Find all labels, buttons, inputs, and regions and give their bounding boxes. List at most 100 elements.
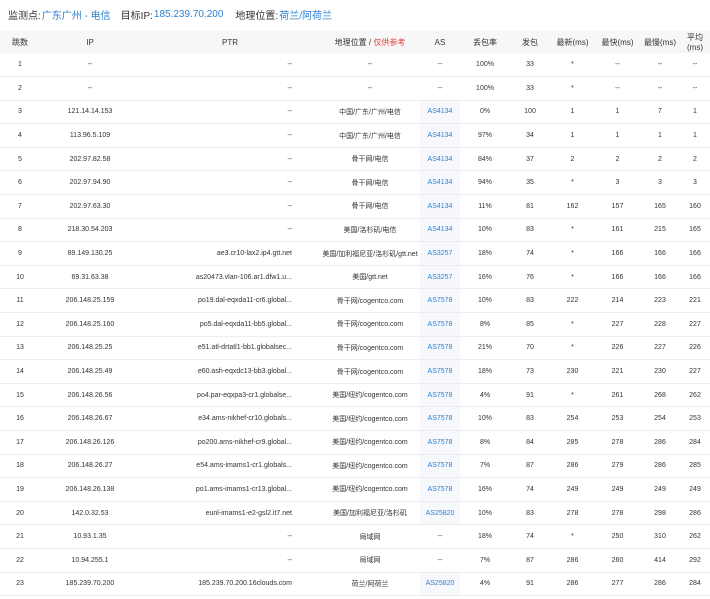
cell-ptr: -- [287, 202, 292, 210]
cell-ip: 206.148.25.160 [65, 320, 115, 328]
cell-as: AS4134 [420, 194, 460, 219]
cell-as: AS7578 [420, 430, 460, 455]
cell-sent: 74 [526, 485, 534, 493]
cell-avg: -- [692, 61, 698, 69]
as-link[interactable]: AS4134 [428, 179, 453, 186]
cell-geo: 骨干网/电信 [351, 203, 389, 211]
as-link[interactable]: AS4134 [428, 156, 453, 163]
cell-ptr: -- [287, 84, 292, 92]
cell-geo: 局域网 [359, 557, 381, 565]
as-link[interactable]: AS7578 [428, 439, 453, 446]
cell-geo: 美国/纽约/cogentco.com [332, 392, 408, 400]
as-link[interactable]: AS25820 [426, 510, 455, 517]
cell-last: * [571, 61, 574, 69]
col-hop: 跳数 [12, 37, 28, 47]
cell-last: 1 [570, 108, 575, 116]
cell-hop: 22 [16, 556, 24, 564]
as-link[interactable]: AS7578 [428, 344, 453, 351]
cell-ptr: ae3.cr10-lax2.ip4.gtt.net [216, 250, 292, 258]
cell-sent: 87 [526, 556, 534, 564]
cell-hop: 19 [16, 485, 24, 493]
cell-as: AS7578 [420, 312, 460, 337]
cell-loss: 100% [476, 61, 494, 69]
cell-loss: 10% [477, 297, 492, 305]
cell-as: AS25820 [420, 572, 460, 596]
cell-ptr: -- [287, 556, 292, 564]
as-link[interactable]: AS3257 [428, 274, 453, 281]
cell-geo: 骨干网/电信 [351, 179, 389, 187]
cell-sent: 84 [526, 438, 534, 446]
cell-worst: -- [657, 61, 663, 69]
as-link[interactable]: AS7578 [428, 392, 453, 399]
as-link[interactable]: AS7578 [428, 415, 453, 422]
as-link[interactable]: AS4134 [428, 226, 453, 233]
cell-as: AS4134 [420, 170, 460, 195]
cell-worst: 227 [654, 344, 666, 352]
col-as: AS [434, 37, 446, 47]
cell-last: 285 [566, 438, 579, 446]
col-best: 最快(ms) [601, 37, 634, 47]
cell-as: AS7578 [420, 383, 460, 407]
cell-ip: 89.149.130.25 [67, 250, 113, 258]
cell-hop: 6 [18, 179, 22, 187]
cell-as: -- [437, 533, 443, 541]
cell-sent: 33 [526, 84, 534, 92]
cell-last: 222 [566, 297, 579, 305]
cell-ip: 69.31.63.38 [71, 273, 109, 281]
cell-ip: 202.97.94.90 [69, 179, 111, 187]
cell-last: 286 [566, 556, 579, 564]
as-link[interactable]: AS7578 [428, 297, 453, 304]
cell-worst: 166 [654, 273, 666, 281]
cell-best: 279 [611, 462, 624, 470]
as-link[interactable]: AS7578 [428, 486, 453, 493]
cell-geo: 荷兰/阿荷兰 [351, 580, 389, 588]
cell-hop: 16 [16, 415, 24, 423]
cell-hop: 23 [16, 580, 24, 588]
as-link[interactable]: AS25820 [426, 580, 455, 587]
cell-avg: 292 [689, 556, 701, 564]
cell-last: 254 [566, 415, 579, 423]
as-link[interactable]: AS4134 [428, 108, 453, 115]
col-ptr: PTR [222, 37, 238, 47]
cell-last: * [571, 273, 574, 281]
col-avg: 平均(ms) [687, 33, 703, 52]
cell-last: 249 [566, 485, 579, 493]
cell-loss: 97% [477, 132, 492, 140]
as-link[interactable]: AS7578 [428, 462, 453, 469]
cell-hop: 21 [16, 533, 24, 541]
cell-ptr: e60.ash-eqxdc13-bb3.global... [197, 368, 292, 376]
cell-last: * [571, 179, 574, 187]
cell-geo: 美国/纽约/cogentco.com [332, 486, 408, 494]
cell-loss: 84% [477, 155, 492, 163]
cell-hop: 15 [16, 391, 24, 399]
as-link[interactable]: AS4134 [428, 132, 453, 139]
monitor-header: 监测点: 广东广州 - 电信 目标IP: 185.239.70.200 地理位置… [0, 0, 710, 28]
as-link[interactable]: AS3257 [428, 250, 453, 257]
cell-worst: 268 [654, 391, 666, 399]
cell-sent: 83 [526, 226, 534, 234]
cell-ptr: -- [287, 132, 292, 140]
cell-last: * [571, 250, 574, 258]
as-link[interactable]: AS4134 [428, 203, 453, 210]
table-row: 22 10.94.255.1 -- 局域网 -- 7% 87 286 260 414 292 [0, 548, 710, 573]
cell-worst: 254 [654, 415, 666, 423]
as-link[interactable]: AS7578 [428, 368, 453, 375]
cell-as: AS7578 [420, 406, 460, 431]
as-link[interactable]: AS7578 [428, 321, 453, 328]
cell-loss: 4% [479, 391, 491, 399]
monitor-point-value: 广东广州 - 电信 [41, 10, 111, 22]
table-row: 13 206.148.25.25 e51.atl-drtatl1-bb1.globa… [0, 336, 710, 360]
cell-ptr: -- [287, 179, 292, 187]
cell-as: AS7578 [420, 359, 460, 384]
cell-avg: 165 [689, 226, 701, 234]
cell-sent: 91 [526, 391, 534, 399]
cell-loss: 16% [477, 273, 492, 281]
cell-loss: 7% [479, 556, 491, 564]
cell-ip: 10.94.255.1 [71, 556, 109, 564]
cell-sent: 73 [526, 368, 534, 376]
cell-sent: 83 [526, 297, 534, 305]
cell-worst: 298 [654, 509, 666, 517]
cell-geo: 中国/广东/广州/电信 [339, 108, 401, 116]
cell-ptr: po200.ams-nikhef-cr9.global... [197, 438, 292, 446]
cell-geo: 骨干网/cogentco.com [336, 297, 404, 305]
